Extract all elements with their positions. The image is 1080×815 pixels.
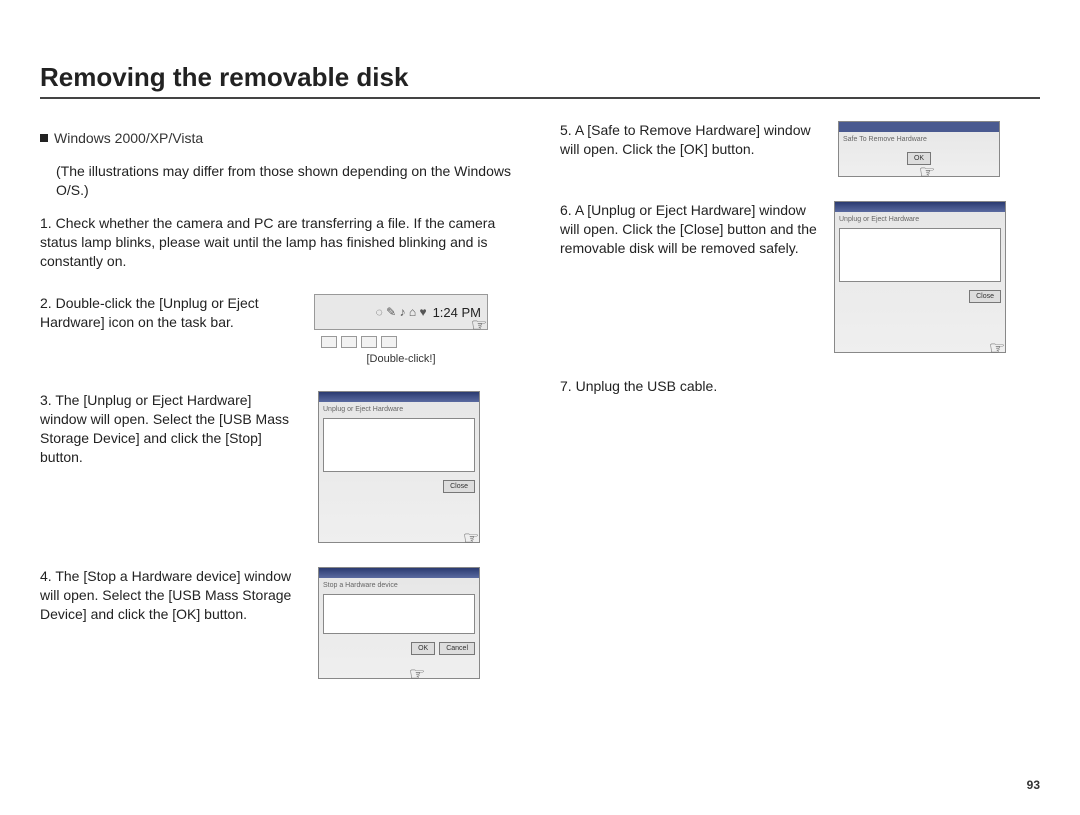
dialog-body: Unplug or Eject Hardware <box>319 402 479 476</box>
steps-left: 1. Check whether the camera and PC are t… <box>40 214 520 680</box>
steps-right: 5. A [Safe to Remove Hardware] window wi… <box>560 121 1040 396</box>
cancel-button: Cancel <box>439 642 475 655</box>
step-1: 1. Check whether the camera and PC are t… <box>40 214 520 271</box>
taskbar-button <box>361 336 377 348</box>
dialog-buttons: Close <box>319 476 479 497</box>
close-button: Close <box>443 480 475 493</box>
step-3-figure: Unplug or Eject Hardware Close <box>314 391 484 543</box>
left-column: Windows 2000/XP/Vista (The illustrations… <box>40 115 520 703</box>
dialog-titlebar <box>319 568 479 578</box>
step-5: 5. A [Safe to Remove Hardware] window wi… <box>560 121 1040 177</box>
dialog-titlebar <box>839 122 999 132</box>
taskbar-button <box>341 336 357 348</box>
content-columns: Windows 2000/XP/Vista (The illustrations… <box>40 115 1040 703</box>
cursor-icon <box>989 336 1009 356</box>
safe-remove-dialog-screenshot: Safe To Remove Hardware OK <box>838 121 1000 177</box>
device-list <box>323 594 475 634</box>
step-4: 4. The [Stop a Hardware device] window w… <box>40 567 520 679</box>
page-number: 93 <box>1027 777 1040 793</box>
title-rule <box>40 97 1040 99</box>
step-1-text: 1. Check whether the camera and PC are t… <box>40 214 520 271</box>
dialog-body: Stop a Hardware device <box>319 578 479 638</box>
taskbar-button <box>321 336 337 348</box>
step-6: 6. A [Unplug or Eject Hardware] window w… <box>560 201 1040 353</box>
right-column: 5. A [Safe to Remove Hardware] window wi… <box>560 115 1040 703</box>
step-2-caption: [Double-click!] <box>366 352 435 367</box>
step-5-figure: Safe To Remove Hardware OK <box>834 121 1004 177</box>
taskbar-buttons <box>321 336 481 348</box>
square-bullet-icon <box>40 134 48 142</box>
disclaimer: (The illustrations may differ from those… <box>56 162 520 200</box>
dialog-buttons: OK Cancel <box>319 638 479 659</box>
step-6-figure: Unplug or Eject Hardware Close <box>834 201 1006 353</box>
cursor-icon <box>463 526 483 546</box>
platform-heading: Windows 2000/XP/Vista <box>40 129 520 148</box>
unplug-dialog-screenshot-2: Unplug or Eject Hardware Close <box>834 201 1006 353</box>
device-list <box>323 418 475 472</box>
dialog-titlebar <box>835 202 1005 212</box>
step-5-text: 5. A [Safe to Remove Hardware] window wi… <box>560 121 820 159</box>
step-7: 7. Unplug the USB cable. <box>560 377 1040 396</box>
device-list <box>839 228 1001 282</box>
dialog-body: Safe To Remove Hardware <box>839 132 999 148</box>
close-button: Close <box>969 290 1001 303</box>
step-6-text: 6. A [Unplug or Eject Hardware] window w… <box>560 201 820 258</box>
step-3: 3. The [Unplug or Eject Hardware] window… <box>40 391 520 543</box>
step-4-text: 4. The [Stop a Hardware device] window w… <box>40 567 300 624</box>
dialog-titlebar <box>319 392 479 402</box>
cursor-icon <box>919 160 939 180</box>
dialog-body: Unplug or Eject Hardware <box>835 212 1005 286</box>
manual-page: Removing the removable disk Windows 2000… <box>0 0 1080 815</box>
step-2-figure: ◌ ✎ ♪ ⌂ ♥ 1:24 PM [Double-click!] <box>314 294 488 367</box>
step-4-figure: Stop a Hardware device OK Cancel <box>314 567 484 679</box>
step-2-text: 2. Double-click the [Unplug or Eject Har… <box>40 294 300 332</box>
platform-label: Windows 2000/XP/Vista <box>54 130 203 146</box>
cursor-icon <box>409 662 429 682</box>
step-3-text: 3. The [Unplug or Eject Hardware] window… <box>40 391 300 467</box>
step-2: 2. Double-click the [Unplug or Eject Har… <box>40 294 520 367</box>
taskbar-button <box>381 336 397 348</box>
step-7-text: 7. Unplug the USB cable. <box>560 377 1040 396</box>
stop-device-dialog-screenshot: Stop a Hardware device OK Cancel <box>318 567 480 679</box>
taskbar-tray: ◌ ✎ ♪ ⌂ ♥ 1:24 PM <box>314 294 488 330</box>
cursor-icon <box>471 313 491 333</box>
unplug-dialog-screenshot: Unplug or Eject Hardware Close <box>318 391 480 543</box>
page-title: Removing the removable disk <box>40 60 1040 95</box>
tray-icons: ◌ ✎ ♪ ⌂ ♥ <box>376 304 427 320</box>
ok-button: OK <box>411 642 435 655</box>
dialog-buttons: Close <box>835 286 1005 307</box>
